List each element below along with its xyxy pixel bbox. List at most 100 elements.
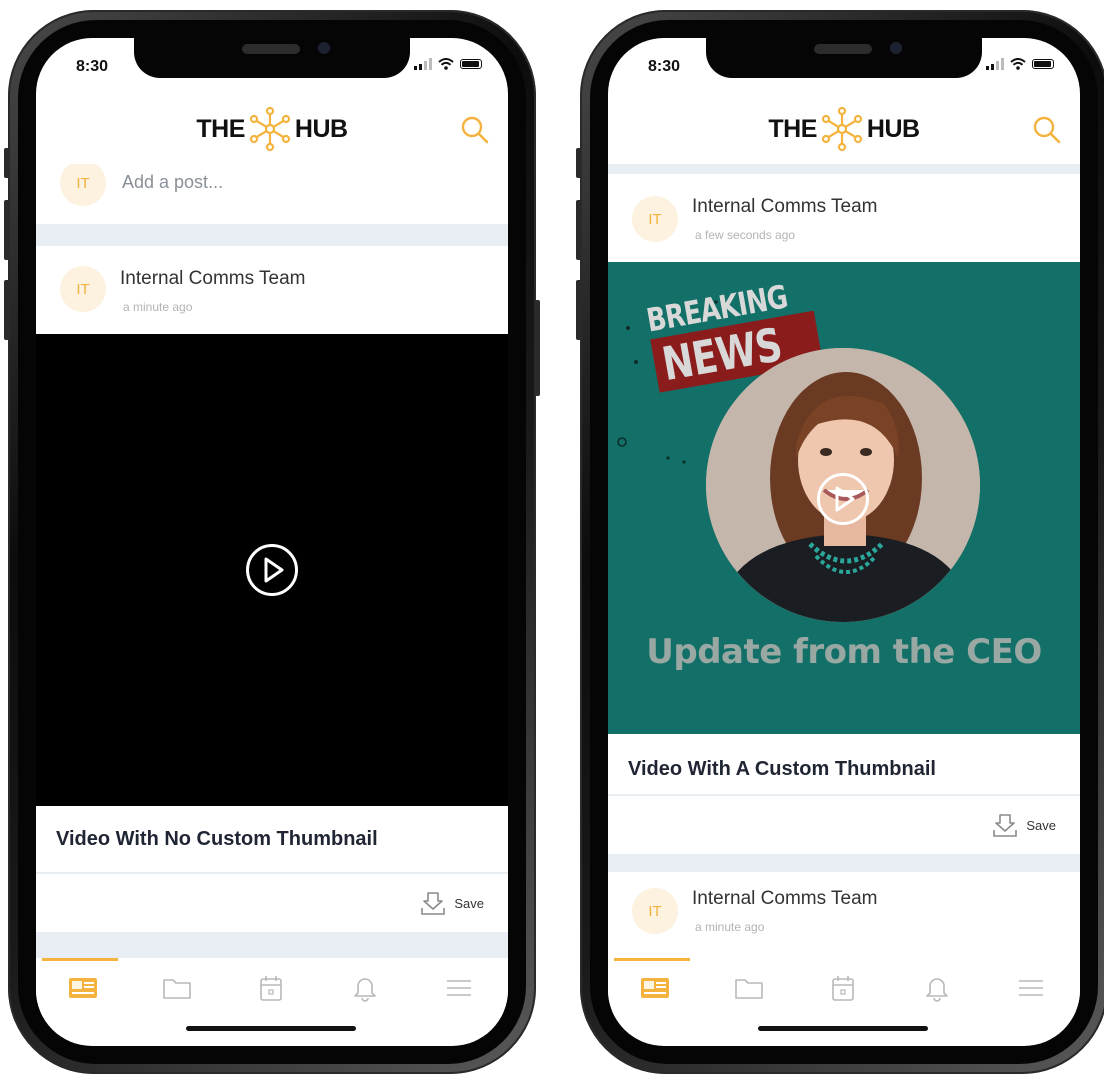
post-title: Video With A Custom Thumbnail	[628, 758, 936, 780]
phone-screen: 8:30 THE	[36, 38, 508, 1046]
active-tab-indicator	[42, 958, 118, 961]
notch	[134, 38, 410, 78]
tab-files[interactable]	[130, 958, 224, 1018]
save-button[interactable]: Save	[992, 812, 1056, 838]
avatar: IT	[60, 164, 106, 206]
status-icons	[414, 58, 482, 70]
video-player[interactable]	[36, 334, 508, 806]
avatar: IT	[60, 266, 106, 312]
status-time: 8:30	[76, 58, 109, 75]
signal-icon	[414, 58, 432, 70]
bell-icon	[354, 978, 376, 1002]
avatar: IT	[632, 888, 678, 934]
add-post-input[interactable]: Add a post...	[122, 172, 223, 193]
avatar: IT	[632, 196, 678, 242]
save-label: Save	[1026, 817, 1056, 833]
post-author-row: IT Internal Comms Team a minute ago	[36, 246, 508, 334]
folder-icon	[163, 979, 191, 999]
active-tab-indicator	[614, 958, 690, 961]
divider	[608, 164, 1080, 174]
post-card: IT Internal Comms Team a minute ago	[608, 872, 1080, 958]
home-indicator[interactable]	[758, 1026, 928, 1031]
tab-bar	[608, 958, 1080, 1018]
app-logo: THE HUB	[196, 106, 348, 152]
download-icon	[993, 814, 1018, 837]
search-icon[interactable]	[1032, 115, 1062, 145]
divider	[608, 854, 1080, 872]
bell-icon	[926, 978, 948, 1002]
logo-text-right: HUB	[866, 114, 920, 143]
power-button	[534, 300, 540, 396]
post-timestamp: a few seconds ago	[695, 228, 796, 242]
play-icon[interactable]	[816, 472, 870, 526]
post-actions: Save	[608, 796, 1080, 854]
folder-icon	[735, 979, 763, 999]
app-header: THE HUB	[36, 94, 508, 164]
tab-menu[interactable]	[412, 958, 506, 1018]
play-icon[interactable]	[245, 543, 299, 597]
logo-text-left: THE	[196, 114, 245, 143]
post-title: Video With No Custom Thumbnail	[56, 828, 378, 850]
search-icon[interactable]	[460, 115, 490, 145]
phone-right: 8:30 THE HUB IT Internal Comms Team a fe…	[576, 10, 1104, 1074]
volume-down-button	[576, 280, 582, 340]
phone-left: 8:30 THE HUB IT Add a post... IT Interna…	[4, 10, 540, 1074]
download-icon	[421, 892, 446, 915]
news-feed: IT Add a post... IT Internal Comms Team …	[36, 164, 508, 958]
speaker	[242, 44, 300, 54]
divider	[36, 224, 508, 246]
speaker	[814, 44, 872, 54]
post-actions: Save	[36, 874, 508, 932]
menu-icon	[1019, 980, 1043, 996]
tab-news-feed[interactable]	[608, 958, 702, 1018]
post-card: IT Internal Comms Team a minute ago Vide…	[36, 246, 508, 872]
tab-calendar[interactable]	[796, 958, 890, 1018]
logo-text-left: THE	[768, 114, 817, 143]
tab-calendar[interactable]	[224, 958, 318, 1018]
author-name[interactable]: Internal Comms Team	[692, 888, 878, 910]
home-indicator[interactable]	[186, 1026, 356, 1031]
wifi-icon	[1010, 58, 1026, 70]
news-feed-icon	[69, 978, 97, 998]
tab-menu[interactable]	[984, 958, 1078, 1018]
video-thumbnail[interactable]: BREAKING NEWS Update from the CEO	[608, 262, 1080, 734]
post-composer[interactable]: IT Add a post...	[36, 164, 508, 224]
author-name[interactable]: Internal Comms Team	[692, 196, 878, 218]
post-timestamp: a minute ago	[695, 920, 765, 934]
front-camera	[318, 42, 330, 54]
status-icons	[986, 58, 1054, 70]
mute-switch	[576, 148, 582, 178]
post-timestamp: a minute ago	[123, 300, 193, 314]
thumbnail-caption: Update from the CEO	[646, 632, 1042, 672]
notch	[706, 38, 982, 78]
save-label: Save	[454, 895, 484, 911]
menu-icon	[447, 980, 471, 996]
calendar-icon	[260, 976, 282, 1001]
news-feed: IT Internal Comms Team a few seconds ago	[608, 164, 1080, 958]
phone-screen: 8:30 THE	[608, 38, 1080, 1046]
author-name[interactable]: Internal Comms Team	[120, 268, 306, 290]
post-card: IT Internal Comms Team a few seconds ago	[608, 174, 1080, 794]
hub-network-icon	[821, 106, 863, 152]
app-header: THE HUB	[608, 94, 1080, 164]
battery-icon	[460, 59, 482, 69]
tab-notifications[interactable]	[890, 958, 984, 1018]
tab-news-feed[interactable]	[36, 958, 130, 1018]
volume-up-button	[576, 200, 582, 260]
wifi-icon	[438, 58, 454, 70]
status-time: 8:30	[648, 58, 681, 75]
battery-icon	[1032, 59, 1054, 69]
tab-files[interactable]	[702, 958, 796, 1018]
news-feed-icon	[641, 978, 669, 998]
hub-network-icon	[249, 106, 291, 152]
volume-down-button	[4, 280, 10, 340]
mute-switch	[4, 148, 10, 178]
save-button[interactable]: Save	[420, 890, 484, 916]
volume-up-button	[4, 200, 10, 260]
tab-notifications[interactable]	[318, 958, 412, 1018]
post-author-row: IT Internal Comms Team a minute ago	[608, 872, 1080, 958]
post-author-row: IT Internal Comms Team a few seconds ago	[608, 174, 1080, 262]
front-camera	[890, 42, 902, 54]
app-logo: THE HUB	[768, 106, 920, 152]
tab-bar	[36, 958, 508, 1018]
